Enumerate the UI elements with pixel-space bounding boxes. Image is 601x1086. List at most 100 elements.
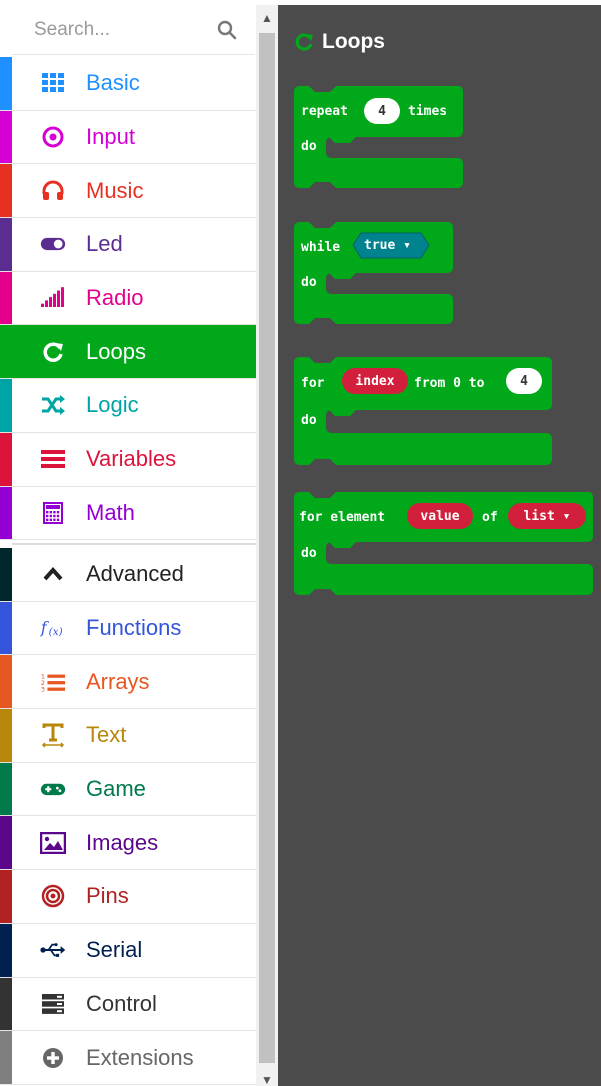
category-label: Radio [86, 285, 144, 311]
search-icon[interactable] [217, 20, 237, 40]
category-color-stripe [0, 1031, 12, 1084]
category-input[interactable]: Input [0, 110, 256, 165]
calculator-icon [40, 500, 66, 526]
category-color-stripe [0, 164, 12, 218]
category-label: Input [86, 124, 135, 150]
times-keyword: times [408, 104, 448, 119]
condition-dropdown[interactable]: true ▾ [364, 238, 411, 253]
category-arrays[interactable]: 1 2 3 Arrays [0, 655, 256, 710]
grid-icon [40, 70, 66, 96]
repeat-block[interactable]: repeat 4 times do [294, 86, 464, 190]
category-led[interactable]: Led [0, 218, 256, 272]
category-label: Images [86, 829, 159, 855]
value-variable-text: value [420, 508, 460, 524]
category-label: Math [86, 499, 135, 525]
category-label: Led [86, 231, 123, 257]
scroll-up-arrow-icon[interactable]: ▲ [261, 11, 273, 25]
category-control[interactable]: Control [0, 977, 256, 1032]
function-icon: f (x) [40, 615, 66, 641]
lines-icon [40, 446, 66, 472]
category-extensions[interactable]: Extensions [0, 1031, 256, 1085]
do-keyword: do [301, 546, 317, 561]
usb-icon [40, 937, 66, 963]
category-color-stripe [0, 709, 12, 762]
for-range-block[interactable]: for index from 0 to 4 do [294, 357, 554, 467]
image-icon [40, 830, 66, 856]
category-color-stripe [0, 923, 12, 977]
category-label: Text [86, 722, 127, 748]
while-block[interactable]: while true ▾ do [294, 222, 454, 326]
search-input[interactable]: Search... [34, 19, 110, 41]
for-each-block[interactable]: for element value of list ▾ do [294, 492, 594, 602]
category-label: Pins [86, 883, 129, 909]
svg-text:3: 3 [41, 685, 45, 693]
headphones-icon [40, 178, 66, 204]
scroll-thumb[interactable] [259, 33, 275, 1063]
shuffle-icon [40, 392, 66, 418]
category-color-stripe [0, 432, 12, 486]
category-functions[interactable]: f (x) Functions [0, 601, 256, 656]
category-game[interactable]: Game [0, 762, 256, 817]
from-to-keyword: from 0 to [414, 376, 485, 391]
to-value-input[interactable]: 4 [506, 368, 542, 394]
scroll-down-arrow-icon[interactable]: ▼ [261, 1073, 273, 1086]
chevron-up-icon [40, 561, 66, 587]
category-images[interactable]: Images [0, 816, 256, 871]
gamepad-icon [40, 776, 66, 802]
repeat-keyword: repeat [301, 104, 348, 119]
do-keyword: do [301, 139, 317, 154]
category-basic[interactable]: Basic [0, 57, 256, 111]
category-label: Control [86, 990, 157, 1016]
category-radio[interactable]: Radio [0, 271, 256, 326]
pin-icon [40, 883, 66, 909]
loop-arrow-icon [40, 339, 66, 365]
category-label: Arrays [86, 668, 150, 694]
category-label: Extensions [86, 1044, 194, 1070]
category-advanced[interactable]: Advanced [0, 548, 256, 602]
category-logic[interactable]: Logic [0, 379, 256, 433]
category-loops[interactable]: Loops [0, 325, 256, 380]
value-variable[interactable]: value [407, 503, 473, 529]
category-variables[interactable]: Variables [0, 432, 256, 487]
category-music[interactable]: Music [0, 164, 256, 219]
category-label: Functions [86, 615, 182, 641]
category-color-stripe [0, 110, 12, 164]
index-variable-text: index [355, 373, 395, 389]
category-math[interactable]: Math [0, 486, 256, 541]
category-color-stripe [0, 870, 12, 923]
list-dropdown[interactable]: list ▾ [508, 503, 586, 529]
category-color-stripe [0, 218, 12, 271]
do-keyword: do [301, 413, 317, 428]
category-color-stripe [0, 762, 12, 816]
signal-bars-icon [40, 285, 66, 311]
do-keyword: do [301, 275, 317, 290]
category-pins[interactable]: Pins [0, 870, 256, 924]
plus-circle-icon [40, 1045, 66, 1071]
flyout-title: Loops [294, 30, 385, 54]
category-color-stripe [0, 655, 12, 709]
category-color-stripe [0, 325, 12, 379]
category-label: Music [86, 177, 144, 203]
category-color-stripe [0, 548, 12, 601]
category-label: Variables [86, 446, 177, 472]
category-color-stripe [0, 57, 12, 110]
category-text[interactable]: Text [0, 709, 256, 763]
repeat-count-input[interactable]: 4 [364, 98, 400, 124]
category-label: Logic [86, 392, 139, 418]
repeat-count-value: 4 [378, 103, 386, 119]
toolbox-scrollbar[interactable]: ▲ ▼ [256, 5, 278, 1086]
numbered-list-icon: 123 [40, 669, 66, 695]
category-separator [12, 543, 256, 545]
category-color-stripe [0, 816, 12, 870]
index-variable[interactable]: index [342, 368, 408, 394]
category-color-stripe [0, 486, 12, 540]
to-value-text: 4 [520, 373, 528, 389]
category-serial[interactable]: Serial [0, 923, 256, 978]
category-list: Basic Input Music Led Radio Loops Logic Variabl… [0, 57, 256, 541]
server-icon [40, 991, 66, 1017]
category-label: Game [86, 776, 146, 802]
advanced-category-list: Advanced f (x) Functions 1 2 3 Arrays Text Game Im… [0, 548, 256, 1085]
loop-arrow-icon [295, 33, 313, 51]
search-bar[interactable]: Search... [12, 5, 255, 55]
list-dropdown-text: list ▾ [523, 508, 571, 524]
